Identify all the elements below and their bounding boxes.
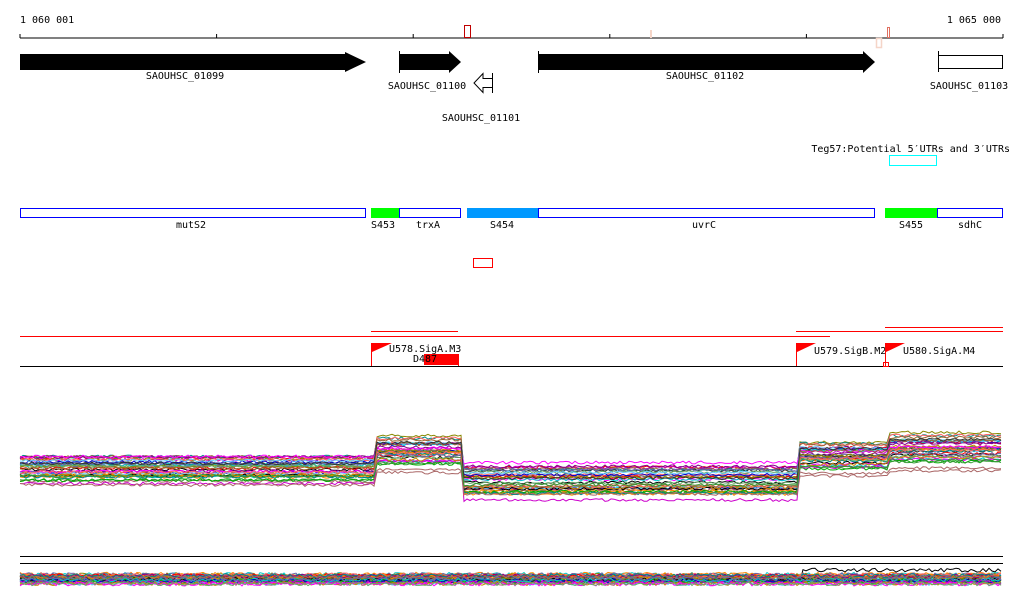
expression-traces-upper bbox=[19, 430, 1002, 503]
svg-text:S454: S454 bbox=[490, 220, 514, 231]
gene-saouhsc-01102[interactable]: SAOUHSC_01102 bbox=[538, 51, 875, 82]
feature-S453[interactable]: S453 bbox=[371, 208, 399, 231]
feature-S455[interactable]: S455 bbox=[885, 208, 937, 231]
marker-pink[interactable] bbox=[650, 30, 652, 38]
svg-text:SAOUHSC_01103: SAOUHSC_01103 bbox=[930, 81, 1008, 92]
svg-text:SAOUHSC_01101: SAOUHSC_01101 bbox=[442, 113, 520, 124]
svg-text:trxA: trxA bbox=[416, 220, 440, 231]
feature-uvrC[interactable]: uvrC bbox=[538, 208, 875, 232]
svg-text:uvrC: uvrC bbox=[692, 220, 716, 231]
promoter-U580[interactable]: U580.SigA.M4 bbox=[883, 343, 976, 367]
marker-red[interactable] bbox=[464, 25, 471, 38]
genome-browser[interactable]: 1 060 001 1 065 000 SAOUHSC_01099 SAOUHS… bbox=[0, 0, 1024, 611]
ruler-end-label: 1 065 000 bbox=[947, 15, 1001, 26]
ruler-ticks bbox=[19, 34, 1004, 38]
expression-traces-lower-frame bbox=[20, 556, 1003, 564]
svg-text:SAOUHSC_01102: SAOUHSC_01102 bbox=[666, 71, 744, 82]
feature-trxA[interactable]: trxA bbox=[399, 208, 461, 232]
svg-text:U579.SigB.M2: U579.SigB.M2 bbox=[814, 346, 886, 357]
svg-text:D487: D487 bbox=[413, 354, 437, 365]
svg-text:mutS2: mutS2 bbox=[176, 220, 206, 231]
red-feature-box[interactable] bbox=[473, 258, 493, 268]
ruler: 1 060 001 1 065 000 bbox=[19, 15, 1004, 49]
svg-text:S455: S455 bbox=[899, 220, 923, 231]
feature-track: mutS2 S453 trxA S454 uvrC S455 sdhC bbox=[20, 208, 1003, 268]
svg-text:Teg57:Potential 5′UTRs and 3′U: Teg57:Potential 5′UTRs and 3′UTRs bbox=[811, 144, 1010, 155]
feature-sdhC[interactable]: sdhC bbox=[937, 208, 1003, 232]
expression-traces-lower bbox=[19, 567, 1002, 587]
gene-saouhsc-01103[interactable]: SAOUHSC_01103 bbox=[930, 51, 1008, 92]
gene-saouhsc-01100[interactable]: SAOUHSC_01100 bbox=[388, 51, 466, 92]
teg57-feature[interactable] bbox=[889, 155, 937, 166]
svg-text:S453: S453 bbox=[371, 220, 395, 231]
feature-S454[interactable]: S454 bbox=[467, 208, 538, 231]
svg-text:SAOUHSC_01099: SAOUHSC_01099 bbox=[146, 71, 224, 82]
svg-text:sdhC: sdhC bbox=[958, 220, 982, 231]
teg57-track[interactable]: Teg57:Potential 5′UTRs and 3′UTRs bbox=[811, 144, 1010, 166]
promoter-track: U578.SigA.M3 D487 U579.SigB.M2 U580.SigA… bbox=[20, 327, 1003, 367]
feature-mutS2[interactable]: mutS2 bbox=[20, 208, 366, 232]
svg-text:U580.SigA.M4: U580.SigA.M4 bbox=[903, 346, 975, 357]
gene-track: SAOUHSC_01099 SAOUHSC_01100 SAOUHSC_0110… bbox=[20, 51, 1008, 124]
marker-peach[interactable] bbox=[875, 37, 883, 49]
ruler-start-label: 1 060 001 bbox=[20, 15, 74, 26]
gene-saouhsc-01099[interactable]: SAOUHSC_01099 bbox=[20, 52, 366, 82]
svg-text:SAOUHSC_01100: SAOUHSC_01100 bbox=[388, 81, 466, 92]
marker-salmon[interactable] bbox=[887, 27, 890, 38]
promoter-U579[interactable]: U579.SigB.M2 bbox=[796, 343, 887, 366]
terminator-D487[interactable]: D487 bbox=[413, 354, 459, 366]
